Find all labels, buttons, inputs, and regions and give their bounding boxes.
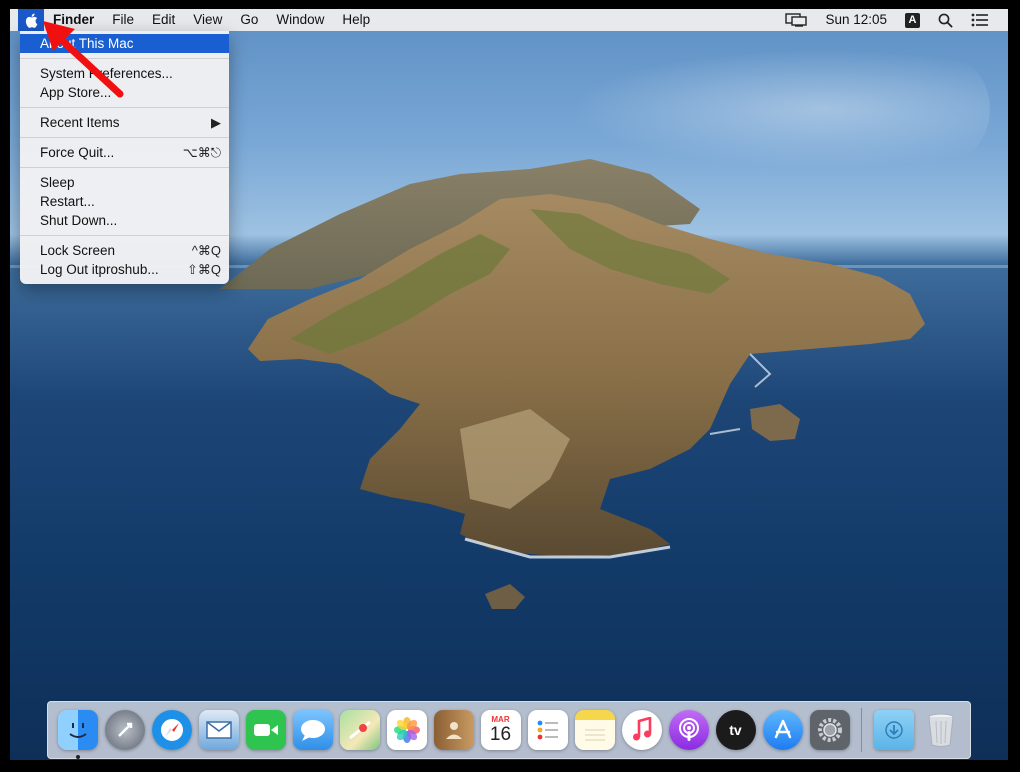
menu-item-label: Shut Down... <box>40 213 118 228</box>
video-camera-icon <box>253 724 278 736</box>
trash-can-icon <box>928 713 953 747</box>
music-note-icon <box>632 717 651 741</box>
tv-label: tv <box>729 722 742 738</box>
finder-face-icon <box>68 723 87 738</box>
calendar-day: 16 <box>489 723 512 745</box>
menu-separator <box>20 167 229 168</box>
calendar-icon[interactable]: MAR 16 <box>480 710 521 750</box>
menu-item-about-this-mac[interactable]: About This Mac <box>20 34 229 53</box>
notes-icon[interactable] <box>574 710 615 750</box>
menu-item-label: Recent Items <box>40 115 120 130</box>
launchpad-icon[interactable] <box>104 710 145 750</box>
contacts-icon[interactable] <box>433 710 474 750</box>
menu-bar: Finder File Edit View Go Window Help Sun… <box>10 9 1008 31</box>
map-pin-icon <box>348 720 371 740</box>
menu-item-label: App Store... <box>40 85 112 100</box>
menu-separator <box>20 58 229 59</box>
menu-item-label: Restart... <box>40 194 95 209</box>
safari-icon[interactable] <box>151 710 192 750</box>
calendar-month: MAR <box>491 714 510 724</box>
menu-view[interactable]: View <box>184 9 231 31</box>
gear-icon <box>817 718 842 742</box>
notification-center-icon[interactable] <box>962 9 998 31</box>
reminders-icon[interactable] <box>527 710 568 750</box>
menu-finder[interactable]: Finder <box>44 9 103 31</box>
trash-icon[interactable] <box>921 710 961 750</box>
facetime-icon[interactable] <box>245 710 286 750</box>
menu-item-force-quit[interactable]: Force Quit... ⌥⌘⎋ <box>20 143 229 162</box>
system-preferences-icon[interactable] <box>809 710 850 750</box>
menu-separator <box>20 235 229 236</box>
finder-icon[interactable] <box>57 710 98 759</box>
menu-separator <box>20 107 229 108</box>
notepad-lines-icon <box>584 729 605 741</box>
messages-icon[interactable] <box>292 710 333 750</box>
search-icon[interactable] <box>929 9 962 31</box>
compass-icon <box>158 717 185 743</box>
input-source-menu[interactable]: A <box>896 9 929 31</box>
photos-icon[interactable] <box>386 710 427 750</box>
maps-icon[interactable] <box>339 710 380 750</box>
checklist-icon <box>537 720 558 740</box>
menu-item-label: Log Out itproshub... <box>40 262 159 277</box>
menu-item-label: System Preferences... <box>40 66 173 81</box>
menu-item-log-out[interactable]: Log Out itproshub... ⇧⌘Q <box>20 260 229 279</box>
menu-item-label: Sleep <box>40 175 75 190</box>
menu-item-label: Force Quit... <box>40 145 115 160</box>
menu-item-sleep[interactable]: Sleep <box>20 173 229 192</box>
podcasts-icon[interactable] <box>668 710 709 750</box>
input-source-badge: A <box>905 12 920 28</box>
shortcut-log-out: ⇧⌘Q <box>186 262 221 277</box>
menu-item-label: Lock Screen <box>40 243 116 258</box>
running-indicator <box>75 755 80 759</box>
downloads-folder-icon[interactable] <box>873 710 914 750</box>
menu-item-app-store[interactable]: App Store... <box>20 83 229 102</box>
shortcut-force-quit: ⌥⌘⎋ <box>182 145 221 160</box>
dock: MAR 16 tv <box>47 701 971 759</box>
apple-menu-dropdown: About This Mac System Preferences... App… <box>20 31 229 284</box>
menu-help[interactable]: Help <box>333 9 379 31</box>
menu-bar-status-area: Sun 12:05 A <box>776 9 1008 31</box>
display-mirroring-icon[interactable] <box>776 9 816 31</box>
person-icon <box>445 722 462 739</box>
download-arrow-icon <box>884 721 903 739</box>
desktop: Finder File Edit View Go Window Help Sun… <box>10 9 1008 760</box>
menu-bar-clock[interactable]: Sun 12:05 <box>816 9 896 31</box>
menu-file[interactable]: File <box>103 9 143 31</box>
apple-logo-icon <box>25 12 37 28</box>
app-store-icon[interactable] <box>762 710 803 750</box>
menu-item-restart[interactable]: Restart... <box>20 192 229 211</box>
chat-bubble-icon <box>300 720 325 741</box>
shortcut-lock-screen: ^⌘Q <box>191 243 221 258</box>
dock-separator <box>861 708 862 752</box>
menu-window[interactable]: Window <box>267 9 333 31</box>
menu-edit[interactable]: Edit <box>143 9 184 31</box>
app-store-a-icon <box>774 719 791 739</box>
menu-item-system-preferences[interactable]: System Preferences... <box>20 64 229 83</box>
menu-item-recent-items[interactable]: Recent Items ▶ <box>20 113 229 132</box>
podcast-broadcast-icon <box>678 718 699 741</box>
menu-item-label: About This Mac <box>40 36 134 51</box>
submenu-arrow-icon: ▶ <box>211 115 221 130</box>
envelope-icon <box>205 721 232 739</box>
music-icon[interactable] <box>621 710 662 750</box>
mail-icon[interactable] <box>198 710 239 750</box>
flower-icon <box>393 717 420 743</box>
menu-item-lock-screen[interactable]: Lock Screen ^⌘Q <box>20 241 229 260</box>
rocket-icon <box>117 722 132 737</box>
tv-icon[interactable]: tv <box>715 710 756 750</box>
apple-menu-button[interactable] <box>18 9 44 31</box>
menu-go[interactable]: Go <box>231 9 267 31</box>
menu-item-shut-down[interactable]: Shut Down... <box>20 211 229 230</box>
menu-separator <box>20 137 229 138</box>
